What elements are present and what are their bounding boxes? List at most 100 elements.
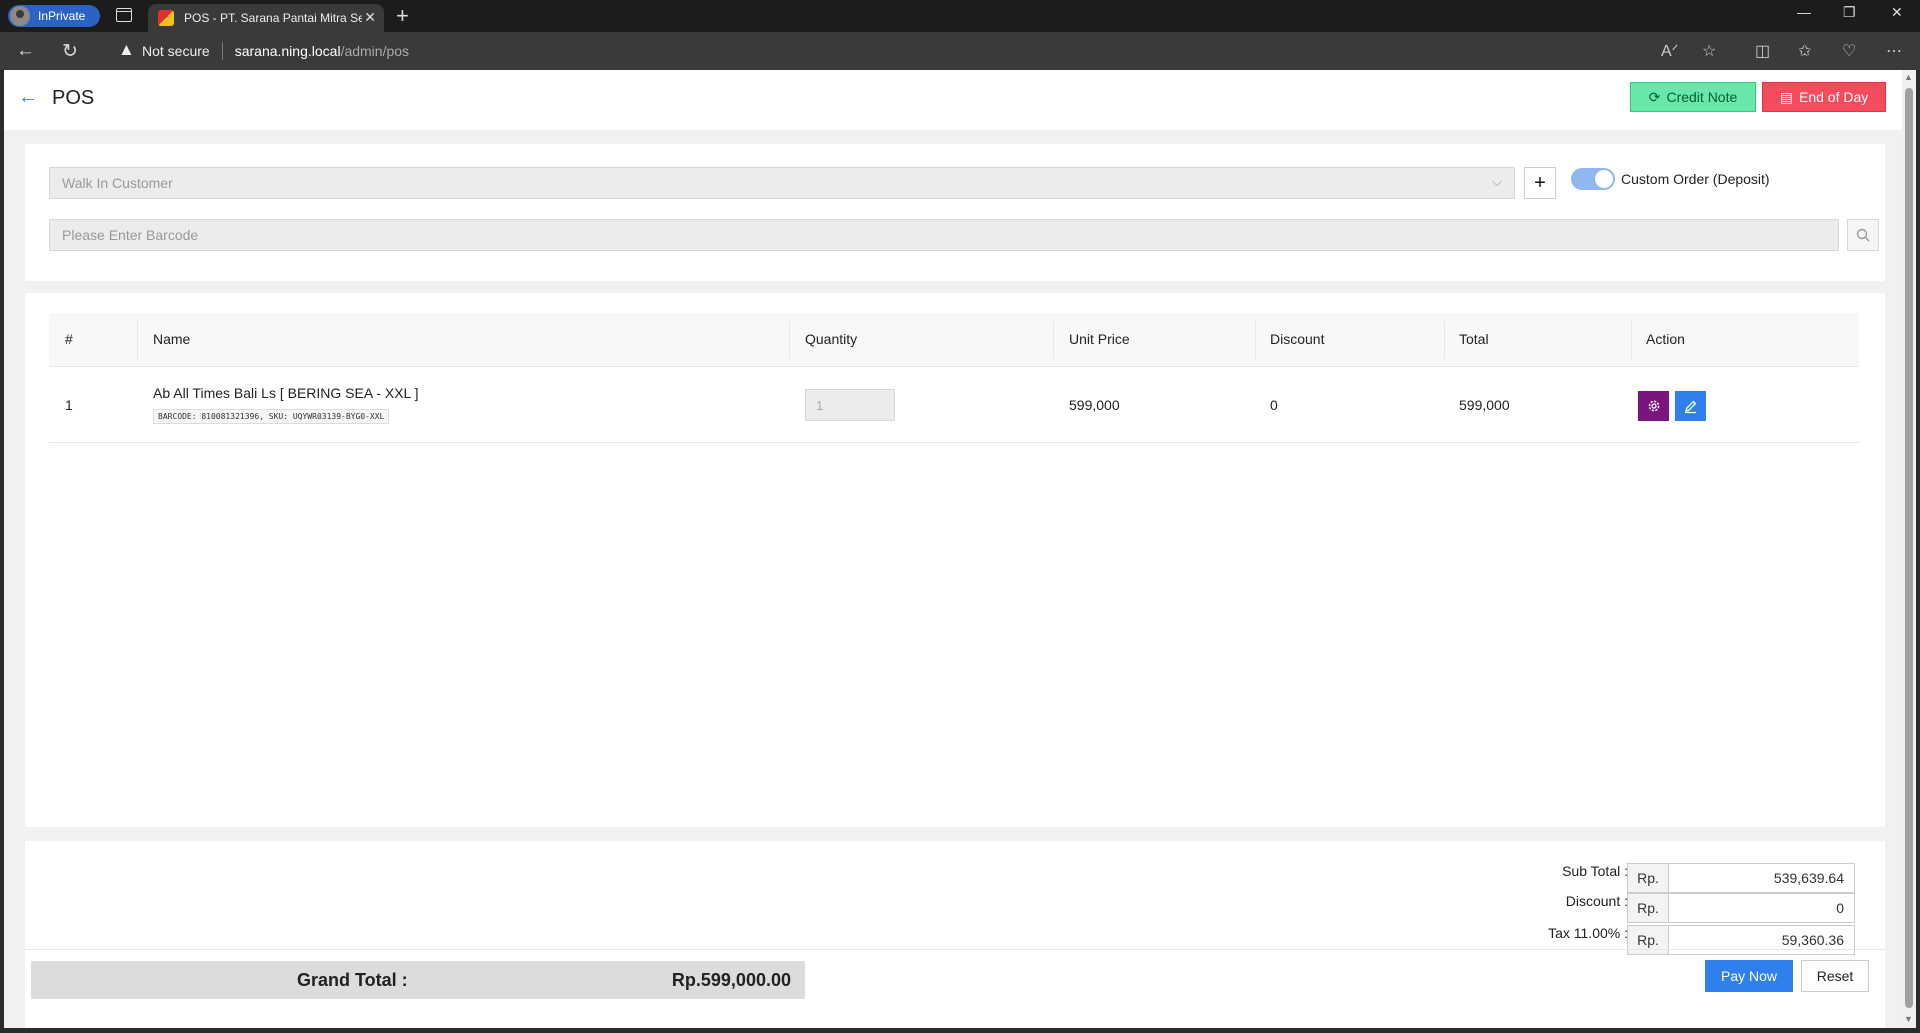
chevron-down-icon: ⌵: [1492, 174, 1502, 189]
inprivate-label: InPrivate: [38, 9, 86, 23]
url-path: /admin/pos: [340, 43, 410, 59]
favorites-icon[interactable]: ✩: [1798, 41, 1811, 61]
credit-note-label: Credit Note: [1666, 89, 1738, 105]
column-separator: [1444, 321, 1445, 359]
sub-total-value: 539,639.64: [1668, 863, 1855, 893]
tab-actions-icon[interactable]: [116, 8, 132, 22]
item-edit-button[interactable]: [1675, 391, 1706, 421]
sub-total-currency: Rp.: [1627, 863, 1669, 893]
browser-essentials-icon[interactable]: ♡: [1842, 41, 1856, 61]
browser-address-bar: ← ↻ Not secure sarana.ning.local /admin/…: [0, 32, 1920, 70]
receipt-icon: ▤: [1779, 88, 1793, 105]
product-barcode-sku-tag: BARCODE: 810081321396, SKU: UQYWR03139-B…: [153, 409, 390, 424]
column-header-name: Name: [153, 331, 191, 347]
tax-label: Tax 11.00% :: [1548, 925, 1628, 941]
refresh-icon[interactable]: ↻: [62, 40, 78, 63]
column-separator: [1255, 321, 1256, 359]
reset-button[interactable]: Reset: [1801, 960, 1869, 992]
column-separator: [1053, 321, 1054, 359]
column-header-index: #: [65, 331, 73, 347]
product-name: Ab All Times Bali Ls [ BERING SEA - XXL …: [153, 385, 419, 401]
column-separator: [1631, 321, 1632, 359]
customer-card: Walk In Customer ⌵ + Custom Order (Depos…: [25, 144, 1885, 281]
items-card: # Name Quantity Unit Price Discount Tota…: [25, 293, 1885, 827]
browser-tab-pos[interactable]: POS - PT. Sarana Pantai Mitra Se ✕: [148, 4, 384, 32]
sub-total-label: Sub Total :: [1562, 863, 1628, 879]
new-tab-icon[interactable]: +: [396, 3, 409, 29]
column-header-action: Action: [1646, 331, 1685, 347]
tax-value: 59,360.36: [1668, 925, 1855, 955]
restore-icon[interactable]: ❐: [1843, 4, 1856, 21]
scroll-up-icon[interactable]: ▲: [1904, 72, 1913, 82]
totals-divider: [25, 949, 1885, 950]
scroll-down-icon[interactable]: ▼: [1904, 1014, 1913, 1024]
table-header: # Name Quantity Unit Price Discount Tota…: [49, 313, 1859, 367]
column-separator: [137, 321, 138, 359]
split-screen-icon[interactable]: ◫: [1755, 41, 1770, 61]
column-separator: [789, 321, 790, 359]
grand-total-label: Grand Total :: [297, 970, 408, 990]
quantity-input[interactable]: 1: [805, 389, 895, 421]
profile-avatar-icon: [10, 6, 30, 26]
pencil-icon: [1685, 400, 1697, 413]
page-header: ← POS ⟳ Credit Note ▤ End of Day: [4, 70, 1902, 130]
warning-icon: [118, 40, 135, 60]
tab-title: POS - PT. Sarana Pantai Mitra Se: [184, 11, 362, 25]
row-discount: 0: [1270, 397, 1278, 413]
more-options-icon[interactable]: ⋯: [1886, 41, 1902, 61]
column-header-total: Total: [1459, 331, 1489, 347]
row-index: 1: [65, 397, 73, 413]
discount-value: 0: [1668, 893, 1855, 923]
grand-total-value: Rp.599,000.00: [671, 970, 791, 990]
item-settings-button[interactable]: [1638, 391, 1669, 421]
security-label: Not secure: [142, 43, 210, 59]
row-total: 599,000: [1459, 397, 1510, 413]
toggle-knob: [1595, 170, 1613, 188]
pay-now-button[interactable]: Pay Now: [1705, 960, 1793, 992]
items-table: # Name Quantity Unit Price Discount Tota…: [49, 313, 1859, 443]
url-host: sarana.ning.local: [234, 43, 341, 59]
tax-currency: Rp.: [1627, 925, 1669, 955]
gear-icon: [1648, 400, 1659, 412]
customer-select[interactable]: Walk In Customer ⌵: [49, 167, 1515, 199]
minimize-icon[interactable]: —: [1797, 4, 1811, 20]
credit-note-button[interactable]: ⟳ Credit Note: [1630, 82, 1756, 112]
read-aloud-icon[interactable]: Aᐟ: [1661, 41, 1678, 61]
back-arrow-icon[interactable]: ←: [18, 86, 38, 109]
discount-label: Discount :: [1565, 893, 1628, 909]
close-tab-icon[interactable]: ✕: [364, 9, 376, 26]
url-separator: [221, 42, 223, 60]
add-customer-button[interactable]: +: [1524, 167, 1556, 199]
customer-placeholder: Walk In Customer: [62, 175, 173, 191]
end-of-day-label: End of Day: [1798, 89, 1869, 105]
browser-back-icon[interactable]: ←: [16, 40, 35, 62]
barcode-placeholder: Please Enter Barcode: [62, 227, 199, 243]
page-scrollbar[interactable]: ▲ ▼: [1902, 70, 1916, 1028]
custom-order-toggle[interactable]: [1571, 168, 1615, 190]
discount-currency: Rp.: [1627, 893, 1669, 923]
column-header-quantity: Quantity: [805, 331, 858, 347]
sync-icon: ⟳: [1648, 88, 1661, 105]
url-field[interactable]: Not secure sarana.ning.local /admin/pos: [104, 36, 1674, 66]
search-icon: [1856, 228, 1870, 242]
plus-icon: +: [1534, 171, 1546, 194]
scrollbar-thumb[interactable]: [1905, 88, 1913, 1008]
close-window-icon[interactable]: ✕: [1891, 4, 1903, 21]
table-row: 1 Ab All Times Bali Ls [ BERING SEA - XX…: [49, 367, 1859, 443]
end-of-day-button[interactable]: ▤ End of Day: [1762, 82, 1886, 112]
column-header-discount: Discount: [1270, 331, 1325, 347]
custom-order-label: Custom Order (Deposit): [1621, 171, 1770, 187]
pos-page: ← POS ⟳ Credit Note ▤ End of Day Walk In…: [4, 70, 1902, 1028]
browser-titlebar: InPrivate POS - PT. Sarana Pantai Mitra …: [0, 0, 1920, 32]
barcode-input[interactable]: Please Enter Barcode: [49, 219, 1839, 251]
inprivate-badge[interactable]: InPrivate: [8, 5, 100, 27]
site-favicon-icon: [158, 10, 174, 26]
totals-card: Sub Total : Rp. 539,639.64 Discount : Rp…: [25, 841, 1885, 1028]
quantity-value: 1: [816, 397, 824, 413]
unit-price: 599,000: [1069, 397, 1120, 413]
page-title: POS: [52, 87, 95, 109]
favorite-star-icon[interactable]: ☆: [1702, 41, 1716, 61]
grand-total-bar: Grand Total : Rp.599,000.00: [31, 961, 805, 999]
barcode-search-button[interactable]: [1847, 219, 1879, 251]
column-header-unit-price: Unit Price: [1069, 331, 1130, 347]
